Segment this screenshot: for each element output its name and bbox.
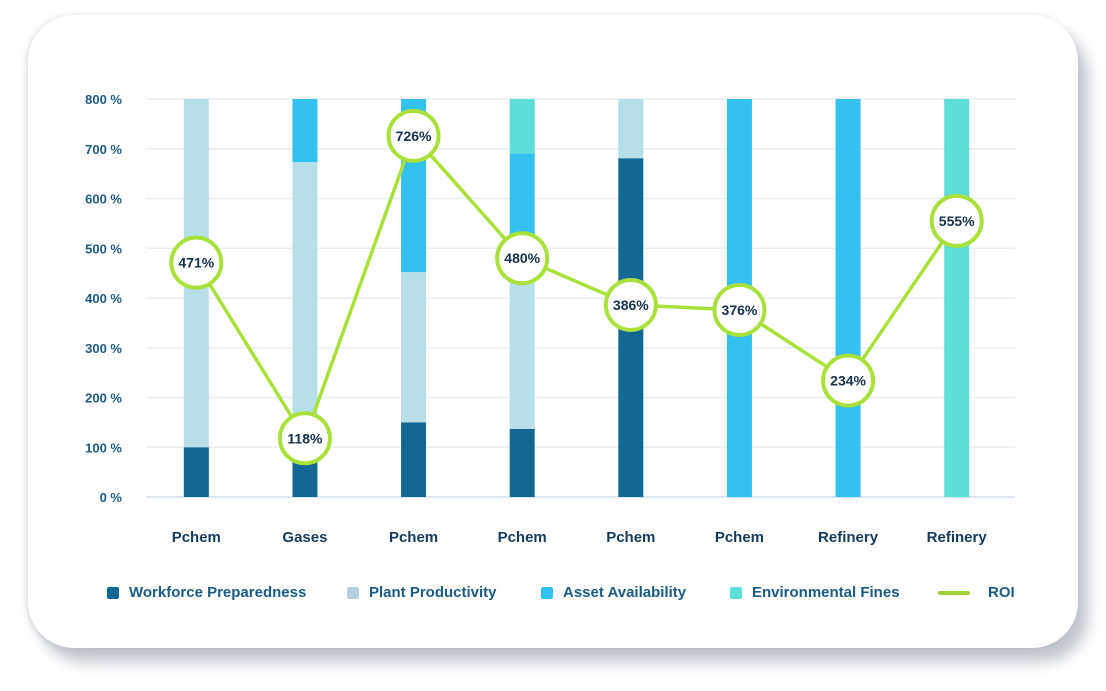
roi-data-label: 480%: [504, 250, 540, 266]
x-tick-label: Pchem: [389, 529, 438, 546]
bar-segment: [835, 99, 861, 497]
legend-item-roi[interactable]: ROI: [938, 584, 1015, 601]
roi-data-label: 376%: [722, 302, 758, 318]
legend-swatch: [541, 586, 553, 599]
legend-label: Asset Availability: [563, 584, 687, 601]
legend: Workforce Preparedness Plant Productivit…: [0, 584, 1106, 608]
x-tick-label: Pchem: [172, 529, 221, 546]
legend-swatch: [107, 586, 119, 599]
bar-segment: [618, 99, 644, 159]
y-tick-label: 400 %: [85, 291, 122, 306]
x-tick-label: Refinery: [927, 529, 988, 546]
x-tick-label: Pchem: [606, 529, 655, 546]
bar-segment: [509, 428, 535, 497]
legend-label: Environmental Fines: [752, 584, 900, 601]
legend-label: ROI: [988, 584, 1015, 601]
bar-segment: [509, 99, 535, 154]
x-tick-label: Gases: [282, 529, 327, 546]
y-tick-label: 200 %: [85, 391, 122, 406]
y-tick-label: 300 %: [85, 341, 122, 356]
y-tick-label: 800 %: [85, 92, 122, 107]
legend-swatch: [347, 586, 359, 599]
bar-segment: [292, 162, 318, 448]
gridlines: [146, 98, 1015, 498]
bar-segment: [183, 447, 209, 497]
bar-segment: [401, 422, 427, 497]
roi-data-label: 471%: [178, 255, 214, 271]
roi-data-label: 555%: [939, 213, 975, 229]
y-tick-label: 500 %: [85, 241, 122, 256]
legend-line-swatch: [938, 590, 970, 595]
roi-data-label: 234%: [830, 373, 866, 389]
legend-item-plant-productivity[interactable]: Plant Productivity: [347, 584, 497, 601]
bar-segment: [944, 99, 970, 497]
legend-label: Workforce Preparedness: [129, 584, 307, 601]
legend-item-asset-availability[interactable]: Asset Availability: [541, 584, 686, 601]
roi-data-label: 386%: [613, 297, 649, 313]
bar-segment: [401, 272, 427, 423]
x-tick-label: Pchem: [498, 529, 547, 546]
y-tick-label: 600 %: [85, 192, 122, 207]
y-tick-label: 700 %: [85, 142, 122, 157]
roi-data-label: 726%: [396, 128, 432, 144]
legend-swatch: [730, 586, 742, 599]
y-tick-label: 100 %: [85, 440, 122, 455]
legend-label: Plant Productivity: [369, 584, 497, 601]
legend-item-environmental-fines[interactable]: Environmental Fines: [730, 584, 900, 601]
roi-data-label: 118%: [287, 430, 323, 446]
x-axis-labels: Pchem Gases Pchem Pchem Pchem Pchem Refinery Re…: [172, 529, 988, 546]
y-tick-label: 0 %: [100, 490, 123, 505]
bar-segment: [292, 99, 318, 163]
x-tick-label: Refinery: [818, 529, 879, 546]
y-axis-ticks: 0 % 100 % 200 % 300 % 400 % 500 % 600 % 700 % 80…: [85, 92, 122, 505]
legend-item-workforce-preparedness[interactable]: Workforce Preparedness: [107, 584, 306, 601]
x-tick-label: Pchem: [715, 529, 764, 546]
